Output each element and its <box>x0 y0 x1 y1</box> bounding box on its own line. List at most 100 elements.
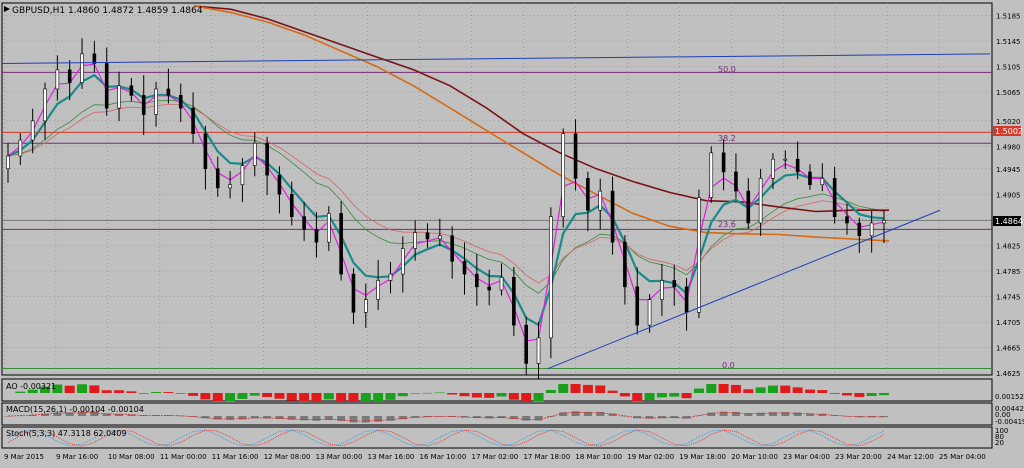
fib-label-23: 23.6 <box>718 220 736 229</box>
ao-bar <box>780 385 791 393</box>
macd-bar <box>509 416 518 420</box>
ao-bar <box>410 393 421 394</box>
ao-bar <box>496 393 507 397</box>
ao-bar <box>533 393 544 402</box>
candle-body <box>252 142 257 166</box>
ao-bar <box>311 393 322 402</box>
y-tick-label: 1.4745 <box>996 293 1021 301</box>
x-tick-label: 10 Mar 08:00 <box>108 453 155 461</box>
candle-body <box>228 184 232 189</box>
y-tick-label: 1.4625 <box>996 370 1021 378</box>
candle-body <box>80 53 84 83</box>
candle-body <box>326 213 331 243</box>
x-tick-label: 23 Mar 04:00 <box>783 453 830 461</box>
candle-body <box>141 95 146 115</box>
ao-bar <box>138 393 149 394</box>
x-tick-label: 9 Mar 2015 <box>4 453 44 461</box>
candle-body <box>277 174 282 195</box>
ao-bar <box>64 385 75 393</box>
x-tick-label: 19 Mar 18:00 <box>679 453 726 461</box>
ao-bar <box>151 391 162 393</box>
x-tick-label: 13 Mar 16:00 <box>368 453 415 461</box>
ao-bar <box>114 390 125 393</box>
x-tick-label: 17 Mar 02:00 <box>472 453 519 461</box>
candle-body <box>67 69 72 83</box>
ao-bar <box>188 393 199 396</box>
candle-body <box>512 276 516 326</box>
ao-bar <box>348 393 359 402</box>
x-tick-label: 24 Mar 12:00 <box>887 453 934 461</box>
x-tick-label: 18 Mar 10:00 <box>575 453 622 461</box>
candle-body <box>524 324 528 364</box>
candle-body <box>561 133 566 217</box>
ao-bar <box>225 393 236 402</box>
ao-bar <box>323 393 334 400</box>
ao-bar <box>743 389 754 393</box>
candle-body <box>684 286 689 313</box>
red-level-tag-text: 1.5002 <box>995 127 1023 136</box>
macd-label: MACD(15,26,1) -0.00104 -0.00104 <box>6 405 144 414</box>
y-tick-label: 1.5185 <box>996 13 1021 21</box>
candle-body <box>129 85 134 96</box>
candle-body <box>191 107 195 134</box>
macd-bar <box>522 416 531 421</box>
y-tick-label: 1.5145 <box>996 38 1021 46</box>
candle-body <box>635 286 640 326</box>
macd-bar <box>583 411 592 416</box>
candle-body <box>314 229 319 243</box>
fib-label-38: 38.2 <box>718 134 736 143</box>
ao-bar <box>101 390 112 393</box>
ao-bar <box>77 384 88 393</box>
ao-bar <box>804 389 815 393</box>
ao-bar <box>15 391 26 393</box>
candle-body <box>302 216 306 230</box>
y-tick-label: 1.4825 <box>996 242 1021 250</box>
candle-body <box>647 299 652 326</box>
macd-bar <box>867 416 876 418</box>
x-tick-label: 16 Mar 10:00 <box>420 453 467 461</box>
candle-body <box>487 286 491 291</box>
ao-bar <box>373 393 384 402</box>
candle-body <box>882 220 886 224</box>
ao-bar <box>397 393 408 397</box>
ao-bar <box>693 388 704 393</box>
ao-bar <box>508 393 519 400</box>
candle-body <box>586 178 590 211</box>
macd-bar <box>781 412 790 416</box>
ao-bar <box>249 393 260 396</box>
y-tick-label: 1.4980 <box>996 143 1021 151</box>
macd-bar <box>768 412 777 416</box>
ao-bar <box>422 392 433 394</box>
time-axis: 9 Mar 2015 9 Mar 16:00 10 Mar 08:00 11 Mar … <box>4 453 986 461</box>
y-tick-label: 1.4945 <box>996 166 1021 174</box>
x-tick-label: 12 Mar 08:00 <box>264 453 311 461</box>
candle-body <box>43 88 47 122</box>
ao-bar <box>582 384 593 393</box>
candle-body <box>808 171 812 186</box>
macd-bar <box>349 416 358 423</box>
candle-body <box>734 171 738 192</box>
candle-body <box>265 142 269 176</box>
ao-bar <box>656 393 667 398</box>
candle-body <box>364 299 368 313</box>
candle-body <box>401 248 405 275</box>
x-tick-label: 20 Mar 10:00 <box>731 453 778 461</box>
candle-body <box>289 193 294 217</box>
ao-bar <box>792 387 803 393</box>
candle-body <box>660 280 664 300</box>
candle-body <box>92 53 97 64</box>
candle-body <box>697 197 701 313</box>
ao-bar <box>459 393 470 397</box>
candle-body <box>623 241 627 288</box>
candle-body <box>795 158 800 173</box>
ao-bar <box>484 393 495 398</box>
x-tick-label: 23 Mar 20:00 <box>835 453 882 461</box>
ao-bar <box>607 390 618 393</box>
candle-body <box>771 158 775 179</box>
price-chart: GBPUSD,H1 1.4860 1.4872 1.4859 1.4864 50… <box>1 2 1024 461</box>
ao-bar <box>718 384 729 393</box>
ao-bar <box>570 384 581 393</box>
ao-bar <box>841 393 852 396</box>
macd-panel <box>1 402 993 426</box>
macd-bar <box>880 416 888 418</box>
